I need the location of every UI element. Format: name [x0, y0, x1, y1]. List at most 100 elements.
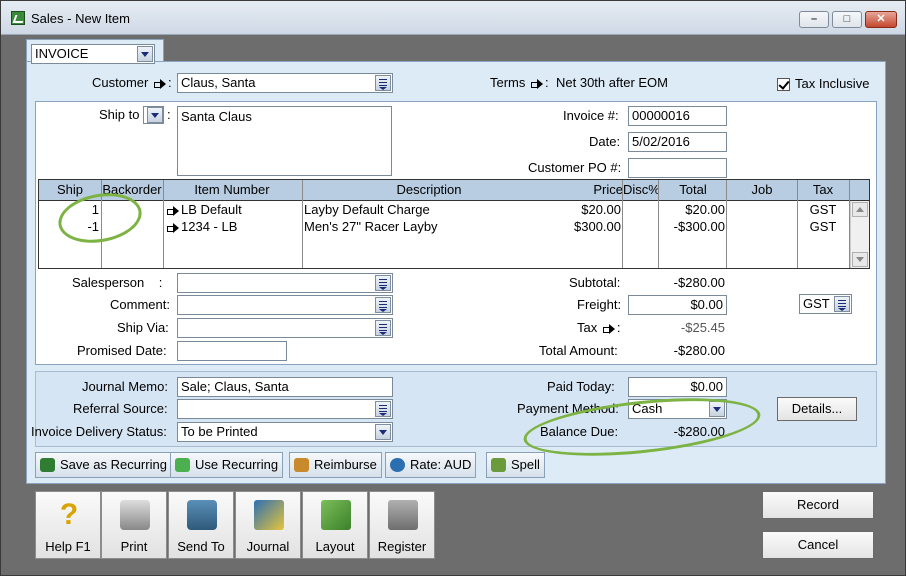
save-recurring-button[interactable]: Save as Recurring — [35, 452, 172, 478]
col-tax[interactable]: Tax — [797, 182, 849, 197]
col-description[interactable]: Description — [301, 182, 557, 197]
row-total[interactable]: $20.00 — [659, 202, 725, 217]
referral-source-select[interactable] — [177, 399, 393, 419]
journal-button[interactable]: Journal — [235, 491, 301, 559]
recurring-icon — [40, 458, 55, 472]
details-button[interactable]: Details... — [777, 397, 857, 421]
form-type-select[interactable]: INVOICE — [31, 44, 155, 64]
row-total[interactable]: -$300.00 — [659, 219, 725, 234]
col-price[interactable]: Price — [559, 182, 623, 197]
col-total[interactable]: Total — [659, 182, 727, 197]
freight-tax-value: GST — [803, 296, 830, 311]
invoice-no-field[interactable]: 00000016 — [628, 106, 727, 126]
spellcheck-icon — [491, 458, 506, 472]
grid-divider — [302, 180, 303, 268]
reimburse-button[interactable]: Reimburse — [289, 452, 382, 478]
app-icon — [11, 11, 25, 25]
help-icon: ? — [59, 498, 79, 531]
customer-select[interactable]: Claus, Santa — [177, 73, 393, 93]
scroll-up-icon[interactable] — [852, 202, 868, 217]
ship-to-select[interactable] — [143, 106, 164, 124]
journal-label: Journal — [246, 539, 290, 554]
delivery-status-select[interactable]: To be Printed — [177, 422, 393, 442]
help-button[interactable]: ? Help F1 — [35, 491, 101, 559]
list-icon[interactable] — [375, 401, 391, 417]
list-icon[interactable] — [375, 75, 391, 91]
row-item-text: 1234 - LB — [181, 219, 238, 234]
total-amount-label: Total Amount: — [539, 343, 618, 358]
grid-scrollbar[interactable] — [850, 201, 869, 268]
cancel-button[interactable]: Cancel — [762, 531, 874, 559]
print-button[interactable]: Print — [101, 491, 167, 559]
rate-label: Rate: AUD — [410, 457, 472, 472]
list-icon[interactable] — [375, 275, 391, 291]
use-recurring-label: Use Recurring — [195, 457, 279, 472]
row-price[interactable]: $300.00 — [559, 219, 621, 234]
rate-button[interactable]: Rate: AUD — [385, 452, 477, 478]
zoom-arrow-icon[interactable] — [167, 222, 179, 233]
col-disc[interactable]: Disc% — [623, 182, 659, 197]
ship-to-label: Ship to — [99, 107, 140, 122]
freight-field[interactable]: $0.00 — [628, 295, 727, 315]
register-button[interactable]: Register — [369, 491, 435, 559]
row-item[interactable]: 1234 - LB — [165, 219, 237, 234]
tax-inclusive-checkbox[interactable] — [777, 78, 790, 91]
spell-label: Spell — [511, 457, 540, 472]
grid-divider — [622, 180, 623, 268]
chevron-down-icon[interactable] — [137, 46, 153, 62]
maximize-button[interactable]: □ — [832, 11, 862, 28]
zoom-arrow-icon[interactable] — [153, 78, 166, 89]
promised-date-field[interactable] — [177, 341, 287, 361]
row-price[interactable]: $20.00 — [559, 202, 621, 217]
row-description[interactable]: Layby Default Charge — [304, 202, 430, 217]
row-item-text: LB Default — [181, 202, 242, 217]
paid-today-field[interactable]: $0.00 — [628, 377, 727, 397]
close-button[interactable]: ✕ — [865, 11, 897, 28]
customer-po-field[interactable] — [628, 158, 727, 178]
chevron-down-icon[interactable] — [147, 107, 163, 123]
freight-tax-select[interactable]: GST — [799, 294, 852, 314]
col-job[interactable]: Job — [727, 182, 797, 197]
zoom-arrow-icon[interactable] — [531, 78, 544, 89]
row-description[interactable]: Men's 27" Racer Layby — [304, 219, 438, 234]
ship-via-label: Ship Via: — [117, 320, 169, 335]
save-recurring-label: Save as Recurring — [60, 457, 167, 472]
use-recurring-button[interactable]: Use Recurring — [170, 452, 284, 478]
ship-via-select[interactable] — [177, 318, 393, 338]
row-item[interactable]: LB Default — [165, 202, 242, 217]
send-to-button[interactable]: Send To — [168, 491, 234, 559]
grid-divider — [163, 180, 164, 268]
zoom-arrow-icon[interactable] — [167, 205, 179, 216]
comment-label: Comment: — [110, 297, 170, 312]
col-item-number[interactable]: Item Number — [163, 182, 301, 197]
row-tax[interactable]: GST — [797, 202, 849, 217]
list-icon[interactable] — [834, 296, 850, 312]
date-field[interactable]: 5/02/2016 — [628, 132, 727, 152]
scroll-down-icon[interactable] — [852, 252, 868, 267]
minimize-button[interactable]: – — [799, 11, 829, 28]
delivery-status-label: Invoice Delivery Status: — [31, 424, 167, 439]
row-tax[interactable]: GST — [797, 219, 849, 234]
layout-icon — [321, 500, 351, 530]
chevron-down-icon[interactable] — [375, 424, 391, 440]
list-icon[interactable] — [375, 320, 391, 336]
total-amount-value: -$280.00 — [673, 343, 725, 358]
zoom-arrow-icon[interactable] — [602, 323, 615, 334]
ship-to-address[interactable]: Santa Claus — [177, 106, 392, 176]
journal-memo-field[interactable]: Sale; Claus, Santa — [177, 377, 393, 397]
spell-button[interactable]: Spell — [486, 452, 545, 478]
comment-select[interactable] — [177, 295, 393, 315]
ship-to-colon: : — [167, 107, 171, 122]
record-button[interactable]: Record — [762, 491, 874, 519]
subtotal-label: Subtotal: — [569, 275, 621, 290]
terms-label-text: Terms — [490, 75, 526, 90]
line-items-grid: Ship Backorder Item Number Description P… — [38, 179, 870, 269]
salesperson-label-text: Salesperson — [72, 275, 145, 290]
terms-label: Terms : — [490, 75, 549, 90]
title-bar: Sales - New Item – □ ✕ — [1, 1, 905, 35]
ship-to-address-text: Santa Claus — [181, 109, 252, 124]
grid-divider — [726, 180, 727, 268]
layout-button[interactable]: Layout — [302, 491, 368, 559]
list-icon[interactable] — [375, 297, 391, 313]
salesperson-select[interactable] — [177, 273, 393, 293]
